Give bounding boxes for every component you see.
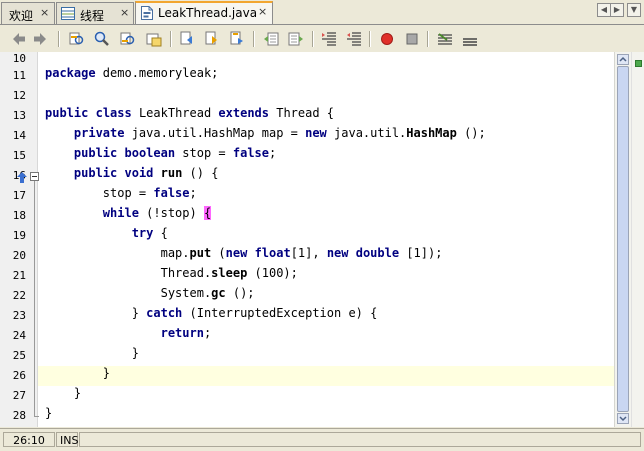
- code-line: stop = false;: [45, 186, 197, 200]
- line-number: 11: [12, 69, 26, 82]
- shift-left-icon[interactable]: [262, 30, 280, 48]
- toolbar-separator: [427, 31, 429, 47]
- line-number: 17: [12, 189, 26, 202]
- tab-leakthread-java[interactable]: LeakThread.java ×: [135, 1, 273, 24]
- fold-guide-end: [34, 416, 39, 417]
- code-line: Thread.sleep (100);: [45, 266, 298, 280]
- code-line: private java.util.HashMap map = new java…: [73, 126, 486, 140]
- code-line: try {: [131, 226, 168, 240]
- indent-less-icon[interactable]: [436, 30, 454, 48]
- line-number: 26: [12, 369, 26, 382]
- line-number: 19: [12, 229, 26, 242]
- shift-right-icon[interactable]: [287, 30, 305, 48]
- line-number: 15: [12, 149, 26, 162]
- toolbar-separator: [253, 31, 255, 47]
- scroll-tabs-right-button[interactable]: ▶: [610, 3, 624, 17]
- code-line: System.gc ();: [45, 286, 255, 300]
- code-line: public class LeakThread extends Thread {: [45, 106, 335, 120]
- status-bar: 26:10 INS: [0, 428, 644, 451]
- toolbar-separator: [170, 31, 172, 47]
- no-errors-status-icon: [635, 60, 642, 67]
- tab-welcome-label: 欢迎: [9, 9, 34, 23]
- tab-list-dropdown-button[interactable]: ▼: [627, 3, 641, 17]
- line-number: 18: [12, 209, 26, 222]
- threads-icon: [61, 7, 75, 20]
- line-number: 28: [12, 409, 26, 422]
- matched-brace-highlight: {: [203, 206, 212, 220]
- scroll-down-button[interactable]: [617, 413, 629, 424]
- back-icon[interactable]: [10, 30, 28, 48]
- caret-position: 26:10: [3, 432, 55, 447]
- error-stripe[interactable]: [631, 52, 644, 427]
- line-number: 22: [12, 289, 26, 302]
- indent-more-icon[interactable]: [461, 30, 479, 48]
- line-number: 13: [12, 109, 26, 122]
- current-line-highlight: [38, 366, 614, 386]
- code-line: }: [45, 366, 111, 380]
- code-line: public void run () {: [73, 166, 219, 180]
- next-bookmark-icon[interactable]: [203, 30, 221, 48]
- stop-macro-icon[interactable]: [345, 30, 363, 48]
- find-icon[interactable]: [93, 30, 111, 48]
- code-line: }: [45, 406, 53, 420]
- insert-mode-indicator: INS: [56, 432, 78, 447]
- prev-bookmark-icon[interactable]: [178, 30, 196, 48]
- status-message-area: [79, 432, 641, 447]
- line-number: 25: [12, 349, 26, 362]
- code-line: }: [45, 386, 82, 400]
- tab-threads-label: 线程: [80, 9, 105, 23]
- comment-icon[interactable]: [378, 30, 396, 48]
- tab-threads[interactable]: 线程 ×: [56, 2, 134, 24]
- code-line: }: [45, 346, 139, 360]
- toolbar-separator: [58, 31, 60, 47]
- line-number: 20: [12, 249, 26, 262]
- line-number: 23: [12, 309, 26, 322]
- code-line: return;: [160, 326, 212, 340]
- toggle-bookmark-icon[interactable]: [228, 30, 246, 48]
- code-line: while (!stop) {: [102, 206, 212, 220]
- toolbar-separator: [369, 31, 371, 47]
- code-line: package demo.memoryleak;: [45, 66, 219, 80]
- line-number: 27: [12, 389, 26, 402]
- forward-icon[interactable]: [31, 30, 49, 48]
- line-number: 21: [12, 269, 26, 282]
- code-line: public boolean stop = false;: [73, 146, 277, 160]
- tab-welcome-close-icon[interactable]: ×: [40, 6, 49, 19]
- scroll-up-arrow-icon: [619, 56, 627, 62]
- toggle-highlight-icon[interactable]: [145, 30, 163, 48]
- scroll-up-button[interactable]: [617, 54, 629, 65]
- tab-welcome[interactable]: 欢迎 ×: [1, 2, 55, 24]
- editor-toolbar: [0, 26, 644, 53]
- editor-tab-bar: 欢迎 × 线程 × LeakThread.java × ◀ ▶ ▼: [0, 0, 644, 25]
- tab-leakthread-close-icon[interactable]: ×: [258, 5, 267, 18]
- line-number: 10: [12, 52, 26, 65]
- find-next-icon[interactable]: [119, 30, 137, 48]
- fold-collapse-icon[interactable]: [30, 172, 39, 181]
- code-editor[interactable]: 10 11 12 13 14 15 16 17 18 19 20 21 22 2…: [0, 52, 644, 427]
- override-marker-icon[interactable]: [17, 172, 27, 183]
- line-number: 24: [12, 329, 26, 342]
- tab-bar-baseline: [0, 24, 644, 25]
- line-number: 12: [12, 89, 26, 102]
- scroll-tabs-left-button[interactable]: ◀: [597, 3, 611, 17]
- java-file-icon: [141, 6, 153, 20]
- uncomment-icon[interactable]: [403, 30, 421, 48]
- fold-guide-line: [34, 181, 35, 417]
- start-macro-icon[interactable]: [320, 30, 338, 48]
- scroll-thumb[interactable]: [617, 66, 629, 412]
- line-number: 14: [12, 129, 26, 142]
- code-line: map.put (new float[1], new double [1]);: [45, 246, 443, 260]
- tab-leakthread-label: LeakThread.java: [158, 6, 258, 20]
- toolbar-separator: [312, 31, 314, 47]
- tab-threads-close-icon[interactable]: ×: [120, 6, 129, 19]
- find-prev-icon[interactable]: [68, 30, 86, 48]
- scroll-down-arrow-icon: [619, 416, 627, 422]
- code-line: } catch (InterruptedException e) {: [45, 306, 378, 320]
- vertical-scrollbar[interactable]: [614, 52, 631, 427]
